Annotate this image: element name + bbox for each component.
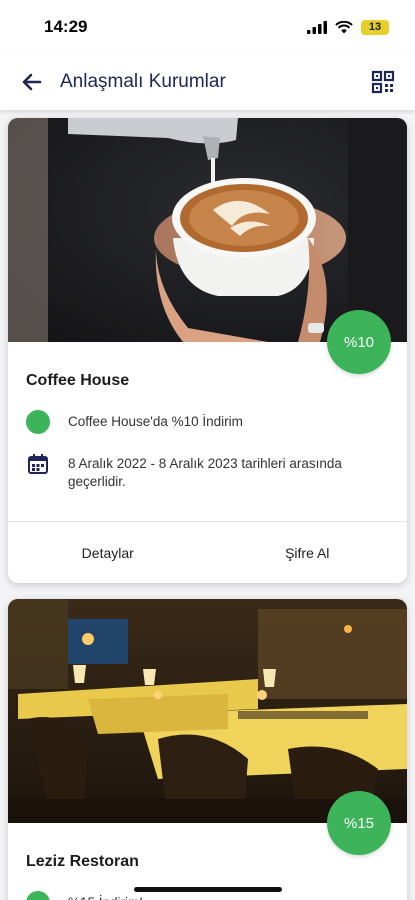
battery-level: 13 bbox=[368, 21, 382, 33]
green-dot-icon bbox=[26, 891, 50, 900]
coffee-photo bbox=[8, 118, 407, 342]
discount-description: %15 İndirim! bbox=[68, 891, 143, 900]
discount-row: Coffee House'da %10 İndirim bbox=[26, 410, 389, 434]
page-title: Anlaşmalı Kurumlar bbox=[60, 71, 226, 92]
arrow-left-icon bbox=[22, 73, 42, 91]
discount-row: %15 İndirim! bbox=[26, 891, 389, 900]
status-bar: 14:29 13 bbox=[0, 0, 415, 54]
calendar-icon bbox=[26, 452, 50, 476]
back-button[interactable] bbox=[16, 66, 48, 98]
institution-list: %10 Coffee House Coffee House'da %10 İnd… bbox=[0, 110, 415, 900]
app-header: Anlaşmalı Kurumlar bbox=[0, 54, 415, 110]
card-actions: Detaylar Şifre Al bbox=[8, 521, 407, 583]
restaurant-photo bbox=[8, 599, 407, 823]
signal-icon bbox=[307, 20, 327, 34]
home-indicator bbox=[133, 887, 282, 892]
details-button[interactable]: Detaylar bbox=[8, 522, 208, 583]
qr-code-icon bbox=[371, 70, 395, 94]
discount-badge: %10 bbox=[327, 310, 391, 374]
validity-text: 8 Aralık 2022 - 8 Aralık 2023 tarihleri … bbox=[68, 456, 342, 489]
get-code-button[interactable]: Şifre Al bbox=[208, 522, 408, 583]
institution-name: Coffee House bbox=[26, 372, 130, 389]
validity-row: 8 Aralık 2022 - 8 Aralık 2023 tarihleri … bbox=[26, 452, 389, 491]
institution-card[interactable]: %10 Coffee House Coffee House'da %10 İnd… bbox=[8, 118, 407, 583]
qr-scan-button[interactable] bbox=[367, 66, 399, 98]
discount-description: Coffee House'da %10 İndirim bbox=[68, 414, 243, 429]
status-time: 14:29 bbox=[44, 17, 88, 36]
institution-name: Leziz Restoran bbox=[26, 853, 139, 870]
status-icons: 13 bbox=[307, 19, 389, 35]
wifi-icon bbox=[335, 20, 353, 33]
discount-badge: %15 bbox=[327, 791, 391, 855]
battery-icon: 13 bbox=[361, 19, 389, 35]
green-dot-icon bbox=[26, 410, 50, 434]
institution-card[interactable]: %15 Leziz Restoran %15 İndirim! bbox=[8, 599, 407, 900]
